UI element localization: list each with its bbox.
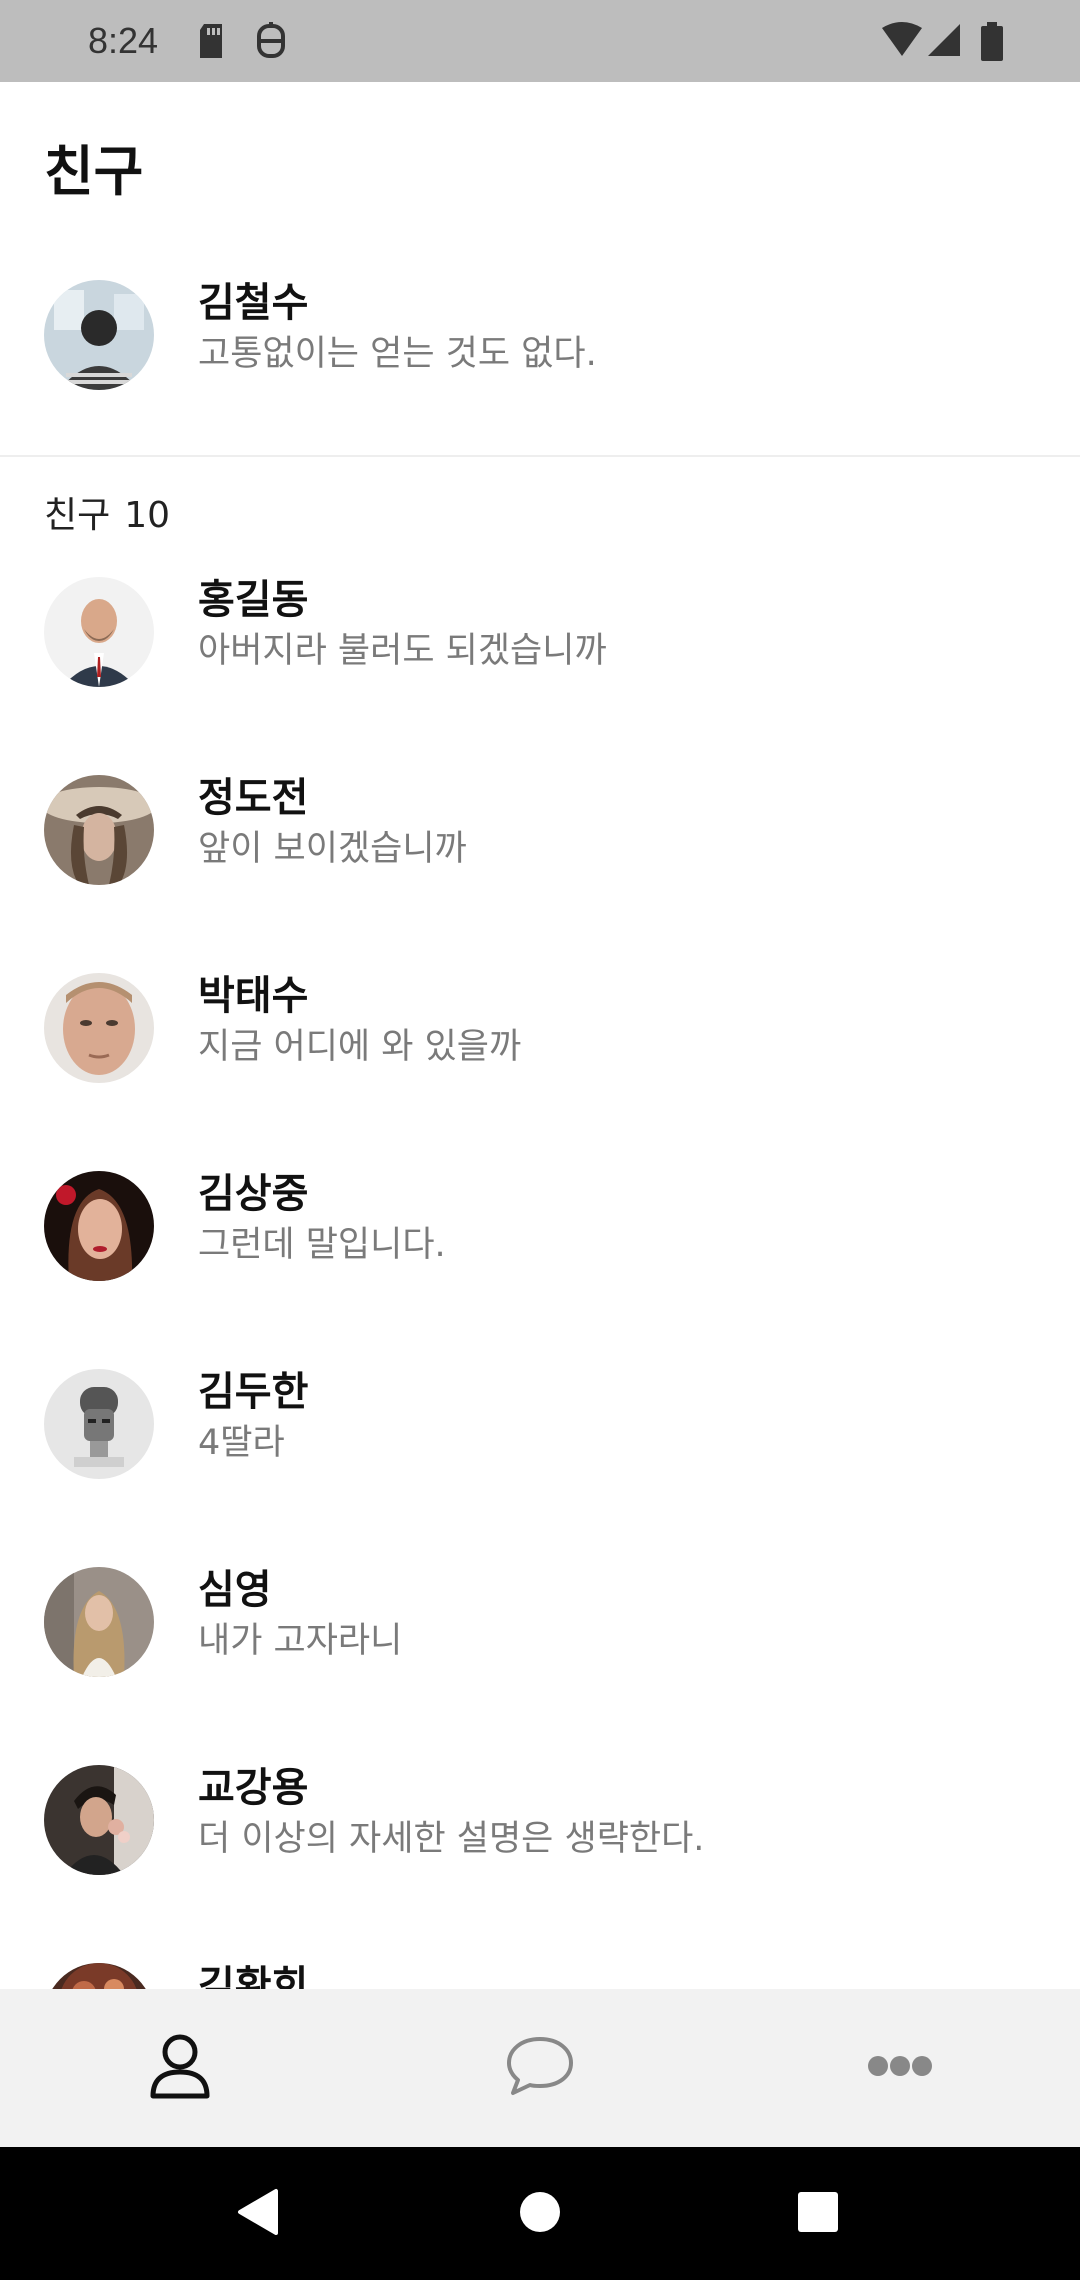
friend-name: 정도전 xyxy=(198,775,309,821)
friend-name: 김두한 xyxy=(198,1369,309,1415)
friend-status: 내가 고자라니 xyxy=(198,1621,403,1661)
wifi-icon xyxy=(882,22,922,62)
tab-more[interactable] xyxy=(720,1989,1080,2147)
friend-name: 심영 xyxy=(198,1567,272,1613)
avatar xyxy=(44,1369,154,1479)
notification-icon xyxy=(254,22,288,64)
friends-section-header: 친구 10 xyxy=(44,486,170,538)
system-nav-bar xyxy=(0,2147,1080,2280)
battery-icon xyxy=(980,22,1004,66)
friend-status: 앞이 보이겠습니까 xyxy=(198,829,467,869)
avatar xyxy=(44,280,154,390)
friend-row[interactable]: 김두한 4딸라 xyxy=(0,1369,1080,1519)
bottom-tab-bar xyxy=(0,1989,1080,2147)
nav-back-button[interactable] xyxy=(158,2147,358,2280)
nav-recents-button[interactable] xyxy=(718,2147,918,2280)
friend-count: 10 xyxy=(124,495,171,536)
friend-name: 박태수 xyxy=(198,973,309,1019)
status-time: 8:24 xyxy=(88,20,159,61)
page-title: 친구 xyxy=(44,140,144,203)
friend-row[interactable]: 홍길동 아버지라 불러도 되겠습니까 xyxy=(0,577,1080,727)
friends-screen: 친구 김철수 고통없이는 얻는 것도 없다. 친구 10 홍길동 아버지라 불러도… xyxy=(0,82,1080,1989)
avatar xyxy=(44,1765,154,1875)
friend-row[interactable]: 김환희 xyxy=(0,1963,1080,1989)
friend-row[interactable]: 김상중 그런데 말입니다. xyxy=(0,1171,1080,1321)
friend-row[interactable]: 심영 내가 고자라니 xyxy=(0,1567,1080,1717)
chat-bubble-icon xyxy=(505,2035,575,2101)
friend-status: 아버지라 불러도 되겠습니까 xyxy=(198,631,607,671)
friend-row[interactable]: 정도전 앞이 보이겠습니까 xyxy=(0,775,1080,925)
avatar xyxy=(44,973,154,1083)
friend-name: 홍길동 xyxy=(198,577,309,623)
avatar xyxy=(44,1171,154,1281)
my-profile-row[interactable]: 김철수 고통없이는 얻는 것도 없다. xyxy=(0,280,1080,430)
status-bar: 8:24 xyxy=(0,0,1080,82)
recents-square-icon xyxy=(797,2191,839,2237)
back-triangle-icon xyxy=(236,2187,280,2241)
friend-status: 4딸라 xyxy=(198,1423,285,1463)
signal-icon xyxy=(926,22,962,62)
divider xyxy=(0,455,1080,457)
home-circle-icon xyxy=(518,2190,562,2238)
friend-name: 김상중 xyxy=(198,1171,309,1217)
sd-card-icon xyxy=(196,22,226,64)
avatar xyxy=(44,1963,154,1989)
friend-status: 더 이상의 자세한 설명은 생략한다. xyxy=(198,1819,705,1859)
avatar xyxy=(44,775,154,885)
section-label: 친구 xyxy=(44,495,111,536)
avatar xyxy=(44,577,154,687)
friend-row[interactable]: 교강용 더 이상의 자세한 설명은 생략한다. xyxy=(0,1765,1080,1915)
friend-row[interactable]: 박태수 지금 어디에 와 있을까 xyxy=(0,973,1080,1123)
avatar xyxy=(44,1567,154,1677)
tab-friends[interactable] xyxy=(0,1989,360,2147)
tab-chats[interactable] xyxy=(360,1989,720,2147)
nav-home-button[interactable] xyxy=(440,2147,640,2280)
friend-name: 교강용 xyxy=(198,1765,309,1811)
person-icon xyxy=(148,2032,212,2104)
friend-name: 김환희 xyxy=(198,1963,309,1989)
more-icon xyxy=(867,2055,933,2081)
friend-status: 그런데 말입니다. xyxy=(198,1225,446,1265)
profile-name: 김철수 xyxy=(198,280,309,326)
friend-status: 지금 어디에 와 있을까 xyxy=(198,1027,522,1067)
profile-status: 고통없이는 얻는 것도 없다. xyxy=(198,334,597,374)
